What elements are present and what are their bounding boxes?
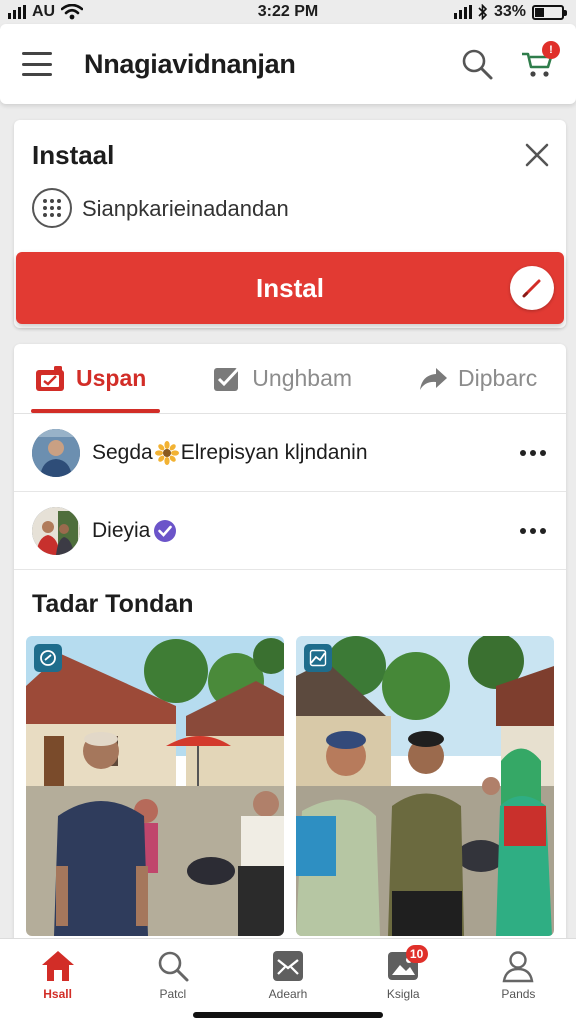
- menu-button[interactable]: [22, 52, 52, 76]
- verified-badge-icon: [154, 519, 177, 542]
- signal-icon-right: [453, 5, 472, 19]
- install-button-label: Instal: [256, 272, 324, 303]
- edit-fab[interactable]: [510, 266, 554, 310]
- pencil-icon: [522, 279, 541, 298]
- home-icon: [41, 951, 74, 981]
- bluetooth-icon: [478, 4, 488, 20]
- install-subtitle: Sianpkarieinadandan: [82, 196, 289, 221]
- photo-type-icon: [304, 644, 332, 672]
- home-indicator[interactable]: [193, 1012, 383, 1018]
- tab-bar: Uspan Unghbam Dipbarc: [14, 344, 566, 414]
- tab-dipbarc[interactable]: Dipbarc: [418, 344, 537, 413]
- signal-icon: [8, 5, 26, 19]
- dialpad-icon: [32, 188, 72, 228]
- tab-label: Dipbarc: [458, 365, 538, 391]
- checkbox-icon: [214, 366, 241, 391]
- notification-badge: 10: [405, 945, 428, 963]
- app-header: Nnagiavidnanjan !: [0, 24, 576, 104]
- search-icon: [158, 951, 189, 982]
- nav-home[interactable]: Hsall: [0, 939, 115, 1024]
- row-description: Elrepisyan kljndanin: [180, 440, 368, 464]
- row-name: Segda: [92, 440, 153, 464]
- nav-label: Pands: [501, 987, 536, 1001]
- install-button[interactable]: Instal: [16, 252, 564, 324]
- nav-label: Hsall: [43, 987, 72, 1001]
- photo-card[interactable]: [296, 636, 554, 936]
- close-button[interactable]: [522, 140, 552, 170]
- village-street-photo: [26, 636, 284, 936]
- nav-label: Ksigla: [386, 987, 420, 1001]
- feed-card: Uspan Unghbam Dipbarc Segda Elrepisyan k…: [14, 344, 566, 964]
- share-arrow-icon: [420, 367, 448, 390]
- wifi-icon: [61, 4, 84, 20]
- row-name: Dieyia: [92, 518, 151, 542]
- tab-label: Uspan: [76, 365, 147, 391]
- market-street-photo: [296, 636, 554, 936]
- close-icon: [525, 143, 549, 167]
- app-title: Nnagiavidnanjan: [84, 48, 296, 79]
- nav-label: Patcl: [159, 987, 187, 1001]
- more-options-button[interactable]: [520, 527, 546, 534]
- tab-folder-icon: [36, 365, 64, 391]
- photo-grid: [14, 636, 566, 936]
- battery-percent: 33%: [493, 3, 526, 20]
- profile-icon: [502, 951, 534, 983]
- avatar: [32, 428, 80, 477]
- nav-label: Adearh: [268, 987, 308, 1001]
- list-item[interactable]: Dieyia: [14, 492, 566, 570]
- carrier-label: AU: [32, 3, 56, 20]
- photo-card[interactable]: [26, 636, 284, 936]
- photo-type-icon: [34, 644, 62, 672]
- cart-badge: !: [542, 41, 560, 59]
- tab-label: Unghbam: [252, 365, 353, 391]
- search-button[interactable]: [460, 47, 494, 81]
- more-options-button[interactable]: [520, 449, 546, 456]
- install-title: Instaal: [32, 140, 115, 170]
- tab-unghbam[interactable]: Unghbam: [212, 344, 352, 413]
- tab-uspan[interactable]: Uspan: [30, 344, 161, 413]
- sunflower-icon: [154, 440, 179, 465]
- section-title: Tadar Tondan: [32, 590, 194, 618]
- search-icon: [462, 49, 493, 80]
- status-bar: AU 3:22 PM 33%: [0, 0, 576, 24]
- avatar: [32, 506, 80, 555]
- mail-icon: [273, 951, 303, 981]
- battery-icon: [532, 4, 567, 20]
- cart-button[interactable]: !: [520, 41, 560, 79]
- install-card: Instaal Sianpkarieinadandan Instal: [14, 120, 566, 328]
- list-item[interactable]: Segda Elrepisyan kljndanin: [14, 414, 566, 492]
- nav-profile[interactable]: Pands: [461, 939, 576, 1024]
